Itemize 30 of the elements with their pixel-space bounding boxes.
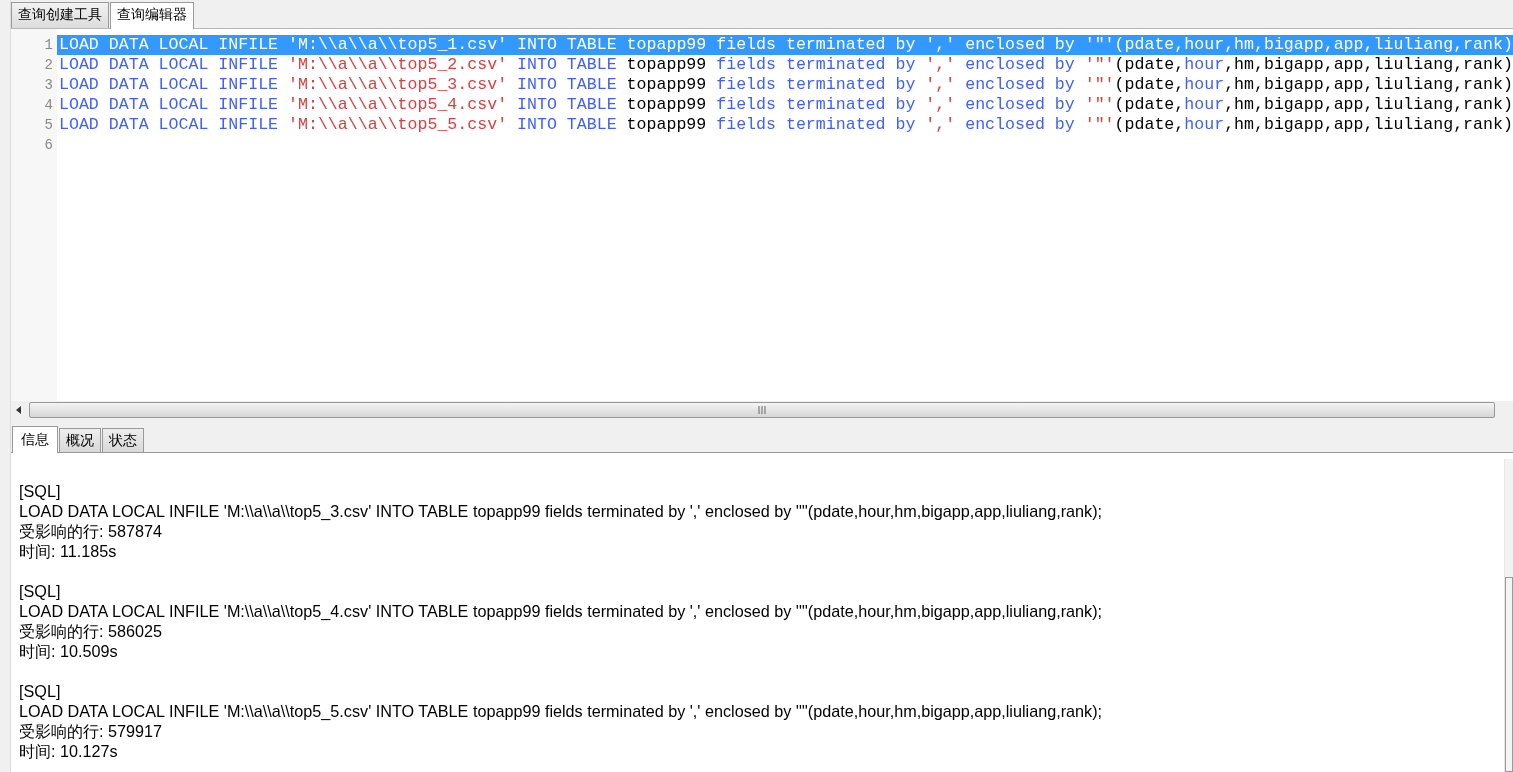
log-time: 时间: 10.127s [19,741,119,761]
log-affected-rows: 受影响的行: 587874 [19,521,1504,541]
line-number: 1 [43,36,54,55]
log-time: 时间: 11.185s [19,541,118,561]
grip-icon [757,406,767,414]
log-affected-rows: 受影响的行: 579917 [19,721,1504,741]
log-affected-rows: 受影响的行: 586025 [19,621,1504,641]
result-tab[interactable]: 信息 [12,426,58,453]
editor-tab[interactable]: 查询创建工具 [11,2,109,28]
code-line: LOAD DATA LOCAL INFILE 'M:\\a\\a\\top5_5.csv' INTO TABLE topapp99 fields terminated by ',' enclosed by '"'(pdate,hour,hm,bigapp,app,liuliang,rank) [58,115,1513,135]
log-sql: LOAD DATA LOCAL INFILE 'M:\\a\\a\\top5_5.csv' INTO TABLE topapp99 fields terminated by ',' enclosed by '"'(pdate,hour,hm,bigapp,app,liuliang,rank); [19,701,1104,721]
line-number: 3 [43,76,54,95]
result-tab[interactable]: 概况 [59,428,101,452]
line-number: 2 [43,56,54,75]
log-sql: LOAD DATA LOCAL INFILE 'M:\\a\\a\\top5_3.csv' INTO TABLE topapp99 fields terminated by ',' enclosed by '"'(pdate,hour,hm,bigapp,app,liuliang,rank); [19,501,1104,521]
line-number: 4 [43,96,54,115]
code-line: LOAD DATA LOCAL INFILE 'M:\\a\\a\\top5_3.csv' INTO TABLE topapp99 fields terminated by ',' enclosed by '"'(pdate,hour,hm,bigapp,app,liuliang,rank) [58,75,1513,95]
editor-tab[interactable]: 查询编辑器 [110,2,194,29]
line-number: 6 [43,136,54,155]
log-header: [SQL] [19,581,62,601]
log-header: [SQL] [19,681,62,701]
vertical-scrollbar[interactable] [1504,459,1513,772]
result-tab[interactable]: 状态 [102,428,144,452]
log-time: 时间: 10.509s [19,641,119,661]
code-line: LOAD DATA LOCAL INFILE 'M:\\a\\a\\top5_4.csv' INTO TABLE topapp99 fields terminated by ',' enclosed by '"'(pdate,hour,hm,bigapp,app,liuliang,rank) [58,95,1513,115]
line-number: 5 [43,116,54,135]
log-header: [SQL] [19,481,62,501]
code-line: LOAD DATA LOCAL INFILE 'M:\\a\\a\\top5_2.csv' INTO TABLE topapp99 fields terminated by ',' enclosed by '"'(pdate,hour,hm,bigapp,app,liuliang,rank) [58,55,1513,75]
scrollbar-thumb[interactable] [29,402,1495,418]
log-sql: LOAD DATA LOCAL INFILE 'M:\\a\\a\\top5_4.csv' INTO TABLE topapp99 fields terminated by ',' enclosed by '"'(pdate,hour,hm,bigapp,app,liuliang,rank); [19,601,1104,621]
